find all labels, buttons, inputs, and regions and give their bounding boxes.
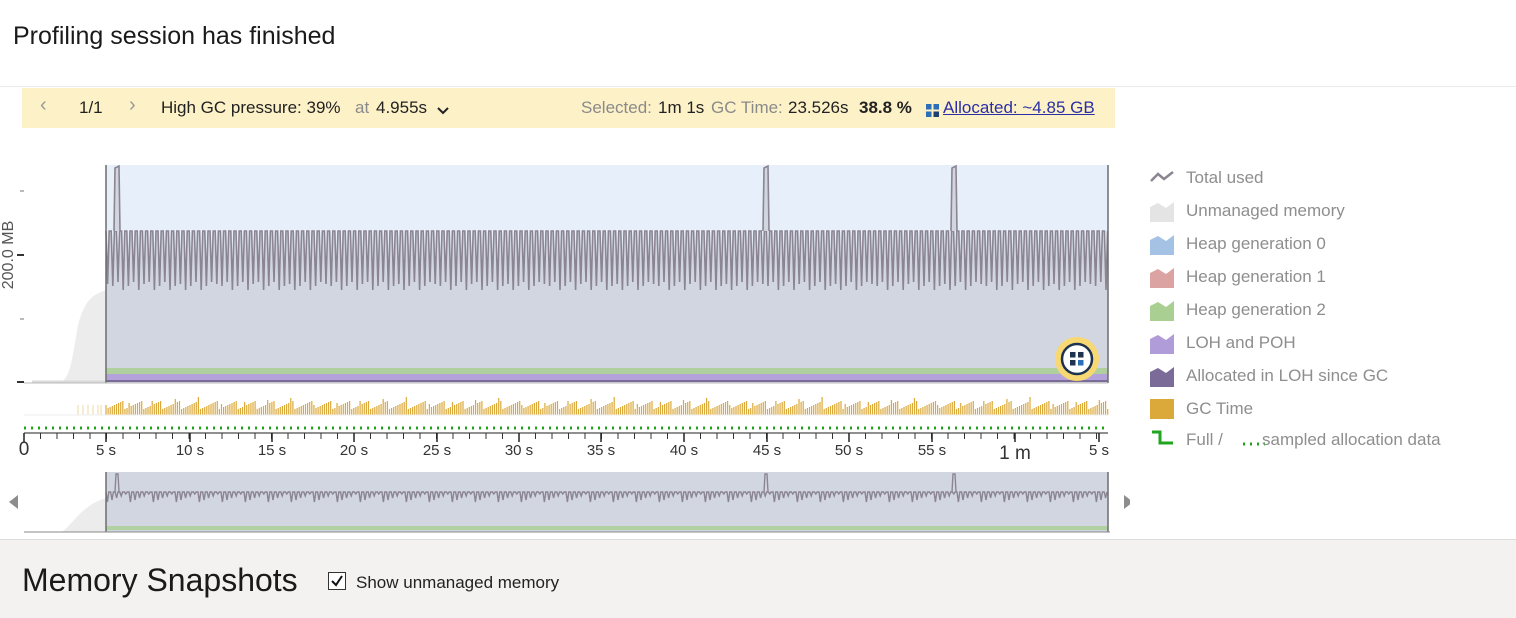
- gc-percent: 38.8 %: [859, 98, 912, 117]
- memory-snapshots-panel: Memory Snapshots Show unmanaged memory: [0, 539, 1516, 618]
- checkmark-icon: [331, 575, 343, 587]
- time-axis-tick-label: 40 s: [670, 442, 698, 459]
- square-icon: [1150, 399, 1174, 419]
- memory-timeline-chart[interactable]: 200.0 MB 0 5 s 10 s 15 s 20 s 25 s 30 s 35 s 40 …: [0, 150, 1130, 540]
- area-icon: [1150, 268, 1174, 288]
- at-value: 4.955s: [376, 98, 428, 117]
- issue-text: High GC pressure: 39%: [161, 98, 341, 117]
- time-axis-tick-label: 30 s: [505, 442, 533, 459]
- time-axis-tick-label: 5 s: [1089, 442, 1109, 459]
- legend-label: Heap generation 0: [1186, 234, 1326, 253]
- loh-band: [106, 374, 1108, 380]
- time-axis-tick-label: 20 s: [340, 442, 368, 459]
- time-axis-tick-label: 25 s: [423, 442, 451, 459]
- unmanaged-ramp: [32, 290, 106, 382]
- selected-label: Selected:: [581, 98, 652, 117]
- triangle-right-icon[interactable]: [1124, 495, 1130, 509]
- page-title: Profiling session has finished: [13, 22, 336, 50]
- legend-label: GC Time: [1186, 399, 1254, 418]
- heap-gen2-band: [106, 368, 1108, 374]
- selected-value: 1m 1s: [658, 98, 705, 117]
- gc-time-label: GC Time:: [711, 98, 783, 117]
- line-icon: [1150, 171, 1174, 182]
- legend-label: Full /: [1186, 430, 1223, 449]
- triangle-left-icon[interactable]: [9, 495, 18, 509]
- time-axis-tick-label: 5 s: [96, 442, 116, 459]
- inspection-bar: ‹ 1/1 › High GC pressure: 39% at 4.955s …: [22, 88, 1115, 128]
- overview-heap-band: [106, 526, 1108, 530]
- y-axis: 200.0 MB: [0, 190, 24, 383]
- memory-spike: [762, 164, 770, 232]
- legend-label: Unmanaged memory: [1186, 201, 1345, 220]
- area-icon: [1150, 301, 1174, 321]
- time-axis-tick-label: 10 s: [176, 442, 204, 459]
- grid-icon: [926, 101, 943, 121]
- legend-label: Heap generation 2: [1186, 300, 1326, 319]
- y-axis-label: 200.0 MB: [0, 221, 17, 289]
- legend-label: LOH and POH: [1186, 333, 1296, 352]
- time-axis: 0 5 s 10 s 15 s 20 s 25 s 30 s 35 s 40 s 45 s 50 s…: [19, 433, 1109, 464]
- area-icon: [1150, 235, 1174, 255]
- time-axis-tick-label: 35 s: [587, 442, 615, 459]
- time-axis-minor-ticks: [23, 433, 1097, 439]
- loh-alloc-band: [106, 380, 1108, 382]
- time-axis-tick-label: 55 s: [918, 442, 946, 459]
- area-icon: [1150, 367, 1174, 387]
- zoom-grid-icon[interactable]: [1055, 337, 1099, 381]
- show-unmanaged-label[interactable]: Show unmanaged memory: [356, 573, 559, 593]
- header-divider: [0, 86, 1516, 87]
- show-unmanaged-checkbox[interactable]: [328, 572, 346, 590]
- time-axis-tick-label: 15 s: [258, 442, 286, 459]
- area-icon: [1150, 334, 1174, 354]
- time-axis-tick-label: 1 m: [999, 443, 1031, 464]
- legend-label: Heap generation 1: [1186, 267, 1326, 286]
- chevron-down-icon[interactable]: [436, 101, 450, 121]
- memory-spike: [950, 164, 958, 232]
- at-label: at: [355, 98, 370, 117]
- time-axis-tick-label: 0: [19, 439, 30, 460]
- chevron-right-icon[interactable]: ›: [129, 94, 136, 117]
- legend-label-sampled: sampled allocation data: [1262, 430, 1441, 449]
- gc-time-spikes: [77, 397, 1109, 415]
- gc-time-value: 23.526s: [788, 98, 849, 117]
- chevron-left-icon[interactable]: ‹: [40, 94, 47, 117]
- legend-label: Allocated in LOH since GC: [1186, 366, 1389, 385]
- snapshots-title: Memory Snapshots: [22, 562, 298, 598]
- allocated-link[interactable]: Allocated: ~4.85 GB: [943, 98, 1095, 118]
- step-line-icon: [1152, 430, 1173, 445]
- issue-counter: 1/1: [79, 98, 103, 117]
- legend-label: Total used: [1186, 168, 1264, 187]
- time-axis-tick-label: 45 s: [753, 442, 781, 459]
- memory-spike: [113, 164, 121, 232]
- time-axis-tick-label: 50 s: [835, 442, 863, 459]
- area-icon: [1150, 202, 1174, 222]
